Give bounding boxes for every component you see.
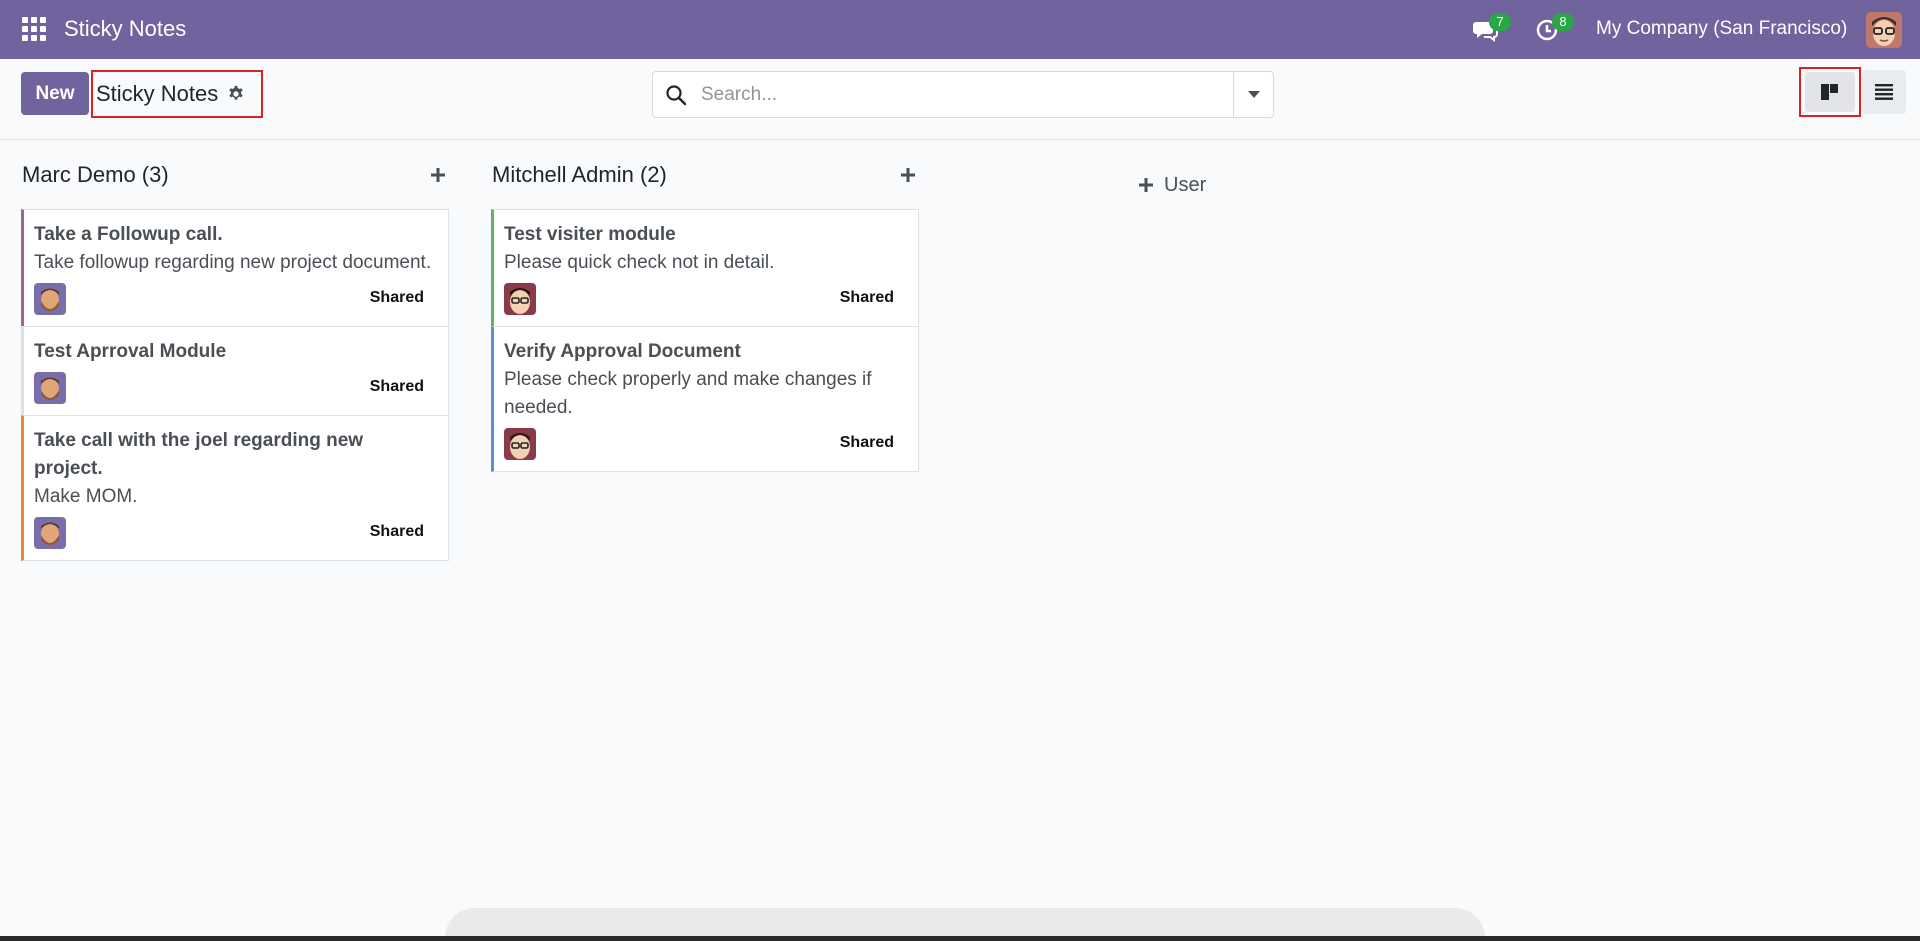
apps-menu-icon[interactable]: [22, 17, 48, 43]
activities-count-badge: 8: [1552, 13, 1574, 31]
company-switcher[interactable]: My Company (San Francisco): [1596, 18, 1847, 40]
note-title: Take a Followup call.: [34, 224, 223, 245]
add-column-label: User: [1164, 173, 1207, 196]
note-title: Take call with the joel regarding new pr…: [34, 430, 364, 479]
breadcrumb: Sticky Notes: [91, 70, 263, 118]
note-description: Please quick check not in detail.: [504, 252, 775, 273]
avatar-bearded-icon: [34, 372, 66, 404]
note-description: Make MOM.: [34, 486, 138, 507]
app-title[interactable]: Sticky Notes: [64, 16, 186, 42]
kanban-icon: [1821, 84, 1838, 100]
note-card[interactable]: Test visiter module Please quick check n…: [491, 209, 919, 327]
control-panel: New Sticky Notes: [0, 59, 1920, 140]
add-column-button[interactable]: User: [1138, 170, 1206, 200]
avatar-bearded-icon: [34, 517, 66, 549]
new-button[interactable]: New: [21, 72, 89, 115]
activities-button[interactable]: 8: [1535, 13, 1574, 44]
plus-icon: [1139, 178, 1153, 192]
search-box: [652, 71, 1274, 118]
note-title: Test visiter module: [504, 224, 676, 245]
gear-icon[interactable]: [227, 85, 245, 103]
column-title: Mitchell Admin (2): [492, 162, 667, 187]
shared-badge: Shared: [839, 434, 894, 451]
top-navbar: Sticky Notes 7 8 My Company (San Francis…: [0, 0, 1920, 59]
avatar-glasses-icon: [1866, 12, 1902, 48]
owner-avatar: [504, 428, 536, 460]
owner-avatar: [34, 517, 66, 549]
avatar-bearded-icon: [34, 283, 66, 315]
column-header: Marc Demo (3): [21, 162, 449, 192]
note-card[interactable]: Take a Followup call. Take followup rega…: [21, 209, 449, 327]
search-options-toggle[interactable]: [1233, 72, 1273, 117]
shared-badge: Shared: [369, 289, 424, 306]
search-input[interactable]: [701, 72, 1211, 117]
page-title: Sticky Notes: [96, 81, 219, 106]
shared-badge: Shared: [369, 378, 424, 395]
caret-down-icon: [1247, 91, 1260, 98]
kanban-view-button[interactable]: [1805, 72, 1855, 112]
avatar-glasses-icon: [504, 283, 536, 315]
list-view-button[interactable]: [1862, 70, 1906, 114]
note-title: Test Aprroval Module: [34, 341, 227, 362]
shared-badge: Shared: [369, 523, 424, 540]
note-card[interactable]: Test Aprroval Module Shared: [21, 326, 449, 416]
quick-create-plus-icon[interactable]: [427, 164, 449, 186]
messages-count-badge: 7: [1489, 13, 1511, 31]
window-bottom-edge: [0, 936, 1920, 941]
column-header: Mitchell Admin (2): [491, 162, 919, 192]
note-description: Please check properly and make changes i…: [504, 369, 872, 418]
quick-create-plus-icon[interactable]: [897, 164, 919, 186]
owner-avatar: [34, 372, 66, 404]
user-avatar[interactable]: [1866, 12, 1902, 48]
owner-avatar: [34, 283, 66, 315]
avatar-glasses-icon: [504, 428, 536, 460]
shared-badge: Shared: [839, 289, 894, 306]
note-description: Take followup regarding new project docu…: [34, 252, 432, 273]
messages-button[interactable]: 7: [1472, 13, 1511, 44]
note-card[interactable]: Verify Approval Document Please check pr…: [491, 326, 919, 472]
note-card[interactable]: Take call with the joel regarding new pr…: [21, 415, 449, 561]
list-icon: [1875, 84, 1893, 100]
note-title: Verify Approval Document: [504, 341, 741, 362]
owner-avatar: [504, 283, 536, 315]
column-title: Marc Demo (3): [22, 162, 169, 187]
view-switcher: [1799, 67, 1861, 117]
search-icon: [666, 85, 687, 106]
